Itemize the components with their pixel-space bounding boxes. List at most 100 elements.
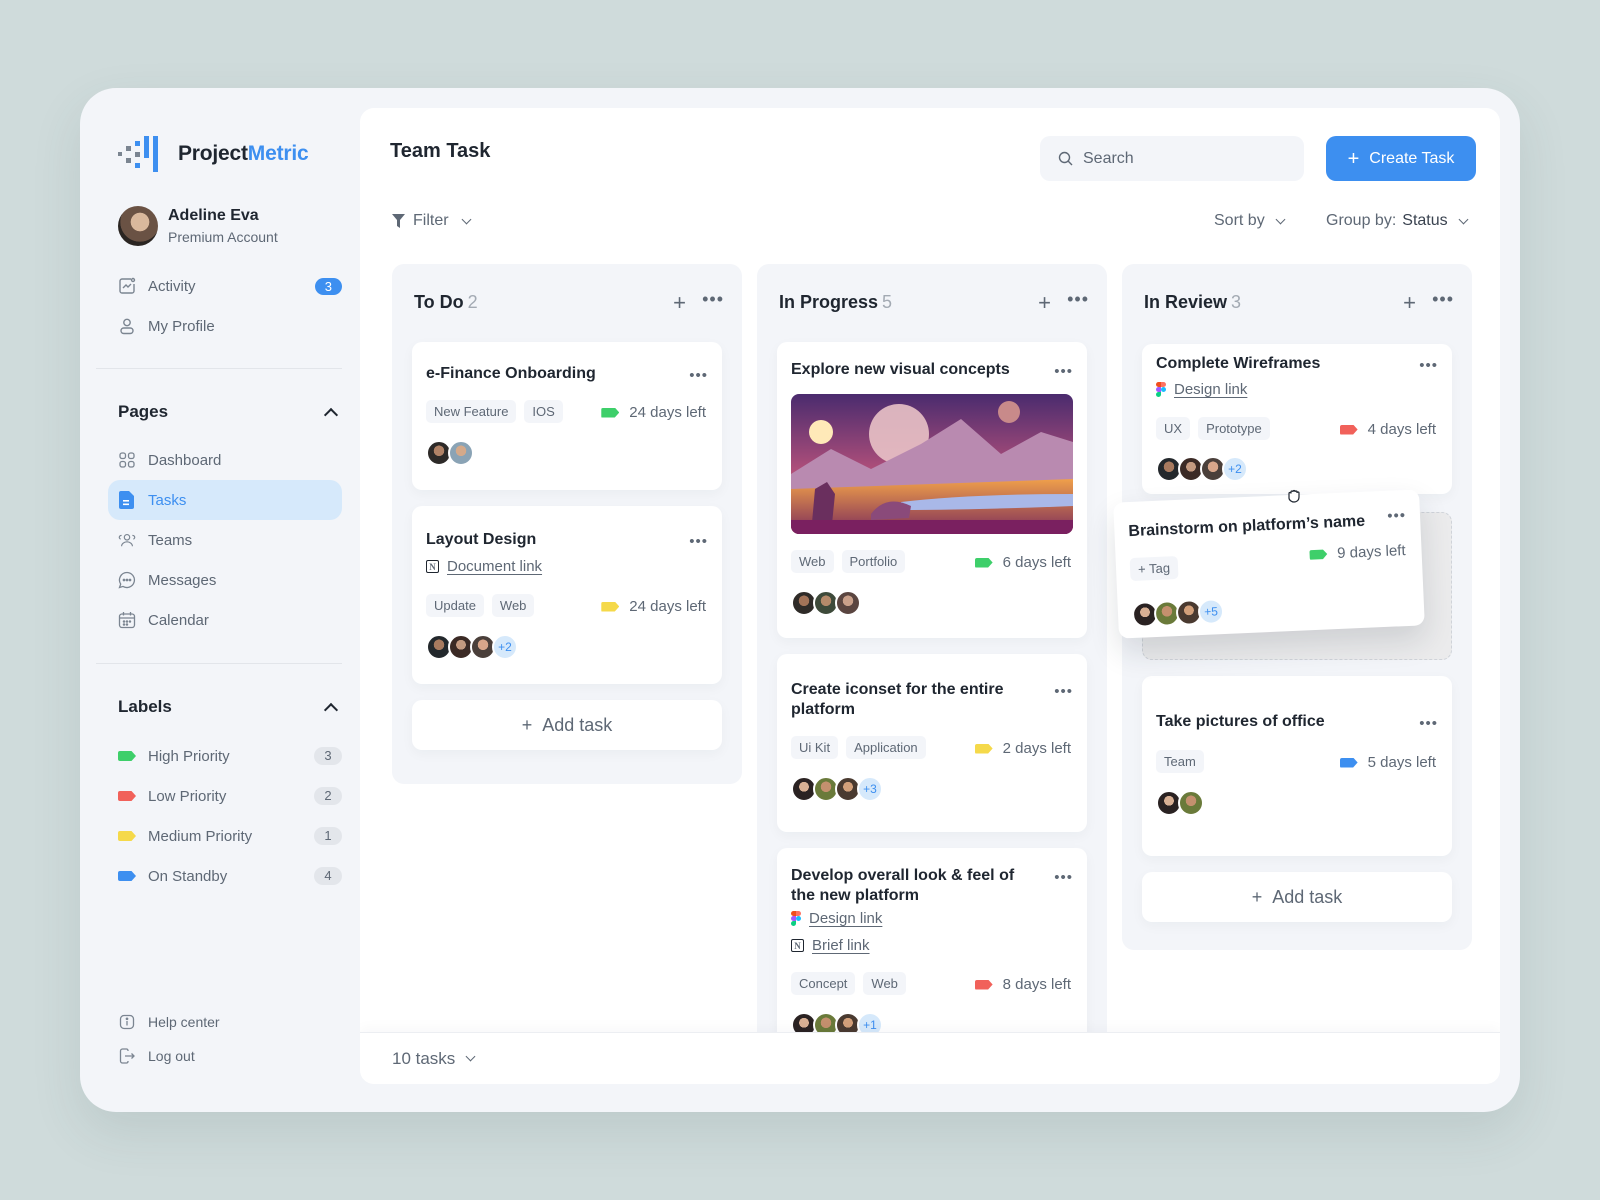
nav-teams[interactable]: Teams: [108, 520, 342, 560]
user-icon: [118, 317, 136, 335]
divider: [96, 368, 342, 369]
more-options-icon[interactable]: •••: [1054, 870, 1073, 885]
due-date: 24 days left: [601, 404, 706, 421]
task-count: 10 tasks: [392, 1048, 456, 1068]
more-options-icon[interactable]: •••: [1432, 290, 1454, 308]
design-link[interactable]: Design link: [809, 910, 882, 927]
document-icon: [118, 491, 136, 509]
create-task-button[interactable]: + Create Task: [1326, 136, 1476, 181]
nav-my-profile[interactable]: My Profile: [108, 306, 342, 346]
more-options-icon[interactable]: •••: [1387, 507, 1406, 525]
tag-icon: [118, 831, 136, 841]
tag-icon: [974, 557, 993, 568]
filter-dropdown[interactable]: Filter: [392, 212, 472, 230]
activity-badge: 3: [314, 277, 342, 295]
column-todo: To Do 2 + ••• e-Finance Onboarding ••• Ne…: [392, 264, 742, 784]
card-title: Explore new visual concepts: [791, 361, 1010, 378]
label-low-priority[interactable]: Low Priority 2: [108, 776, 342, 816]
card-title: Complete Wireframes: [1156, 355, 1321, 372]
task-card[interactable]: Take pictures of office ••• Team 5 days …: [1142, 676, 1452, 856]
sort-by-dropdown[interactable]: Sort by: [1214, 212, 1286, 230]
more-options-icon[interactable]: •••: [1054, 684, 1073, 699]
sort-label: Sort by: [1214, 212, 1265, 229]
more-options-icon[interactable]: •••: [1054, 364, 1073, 379]
tag-icon: [974, 979, 993, 990]
pages-section-header[interactable]: Pages: [118, 402, 342, 423]
label-count: 4: [314, 867, 342, 885]
task-card[interactable]: Complete Wireframes ••• Design link UX P…: [1142, 344, 1452, 494]
tag-icon: [118, 871, 136, 881]
figma-icon: [1156, 381, 1166, 398]
tag-chip: Update: [426, 594, 484, 617]
nav-label: Teams: [148, 531, 193, 549]
task-card[interactable]: Layout Design ••• N Document link Update…: [412, 506, 722, 684]
add-task-button[interactable]: + Add task: [1142, 872, 1452, 922]
due-date: 9 days left: [1309, 542, 1406, 563]
avatar: [118, 206, 158, 246]
nav-dashboard[interactable]: Dashboard: [108, 440, 342, 480]
add-task-button[interactable]: + Add task: [412, 700, 722, 750]
card-title: Create iconset for the entire platform: [791, 681, 1004, 718]
nav-log-out[interactable]: Log out: [108, 1036, 342, 1076]
label-on-standby[interactable]: On Standby 4: [108, 856, 342, 896]
task-count-footer[interactable]: 10 tasks: [360, 1032, 1500, 1084]
add-tag-chip[interactable]: + Tag: [1129, 555, 1179, 582]
nav-label: My Profile: [148, 317, 215, 335]
more-options-icon[interactable]: •••: [689, 534, 708, 549]
due-text: 2 days left: [1002, 740, 1071, 757]
nav-messages[interactable]: Messages: [108, 560, 342, 600]
labels-section-header[interactable]: Labels: [118, 697, 342, 718]
grid-icon: [118, 451, 136, 469]
design-link[interactable]: Design link: [1174, 381, 1247, 398]
more-options-icon[interactable]: •••: [689, 368, 708, 383]
due-text: 8 days left: [1002, 976, 1071, 993]
chevron-down-icon: [1275, 214, 1286, 224]
nav-label: Dashboard: [148, 451, 222, 469]
add-card-icon[interactable]: +: [673, 292, 686, 314]
more-options-icon[interactable]: •••: [1419, 358, 1438, 373]
due-date: 6 days left: [974, 554, 1071, 571]
more-options-icon[interactable]: •••: [702, 290, 724, 308]
card-title: e-Finance Onboarding: [426, 365, 596, 382]
chevron-down-icon: [461, 214, 472, 224]
logout-icon: [118, 1047, 136, 1065]
due-text: 5 days left: [1367, 754, 1436, 771]
more-assignees[interactable]: +2: [492, 634, 518, 660]
more-assignees[interactable]: +3: [857, 776, 883, 802]
nav-label: Log out: [148, 1048, 195, 1064]
search-box[interactable]: [1040, 136, 1304, 181]
task-card[interactable]: Create iconset for the entire platform •…: [777, 654, 1087, 832]
tag-chip: Concept: [791, 972, 856, 995]
tag-chip: Ui Kit: [791, 736, 839, 759]
label-medium-priority[interactable]: Medium Priority 1: [108, 816, 342, 856]
search-input[interactable]: [1083, 149, 1283, 168]
add-card-icon[interactable]: +: [1403, 292, 1416, 314]
group-by-dropdown[interactable]: Group by: Status: [1326, 212, 1469, 230]
nav-activity[interactable]: Activity 3: [108, 266, 342, 306]
task-card[interactable]: Explore new visual concepts ••• Web Port…: [777, 342, 1087, 638]
add-card-icon[interactable]: +: [1038, 292, 1051, 314]
logo[interactable]: ProjectMetric: [118, 136, 309, 172]
user-profile[interactable]: Adeline Eva Premium Account: [118, 206, 278, 246]
chevron-up-icon[interactable]: [323, 702, 339, 718]
label-high-priority[interactable]: High Priority 3: [108, 736, 342, 776]
task-card[interactable]: e-Finance Onboarding ••• New Feature IOS…: [412, 342, 722, 490]
more-assignees[interactable]: +5: [1197, 598, 1225, 626]
tag-chip: Team: [1156, 750, 1204, 773]
card-cover-image: [791, 394, 1073, 534]
more-options-icon[interactable]: •••: [1067, 290, 1089, 308]
user-plan: Premium Account: [168, 229, 278, 245]
more-options-icon[interactable]: •••: [1419, 716, 1438, 731]
due-text: 6 days left: [1002, 554, 1071, 571]
tag-icon: [1339, 424, 1358, 435]
chevron-down-icon: [465, 1051, 476, 1062]
dragging-task-card[interactable]: Brainstorm on platform’s name ••• + Tag …: [1113, 489, 1425, 639]
chevron-up-icon[interactable]: [323, 407, 339, 423]
more-assignees[interactable]: +2: [1222, 456, 1248, 482]
due-date: 2 days left: [974, 740, 1071, 757]
brief-link[interactable]: Brief link: [812, 937, 870, 954]
assignees: [426, 440, 474, 466]
nav-tasks[interactable]: Tasks: [108, 480, 342, 520]
document-link[interactable]: Document link: [447, 558, 542, 575]
nav-calendar[interactable]: Calendar: [108, 600, 342, 640]
